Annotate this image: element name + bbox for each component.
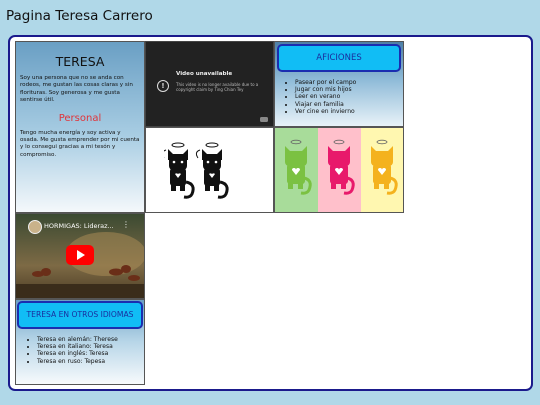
youtube-video-embed[interactable]: HORMIGAS: Lideraz... ⋮ xyxy=(15,213,145,299)
page-title: Pagina Teresa Carrero xyxy=(6,8,153,24)
video-unavailable-message: This video is no longer available due to… xyxy=(176,82,259,93)
languages-button[interactable]: TERESA EN OTROS IDIOMAS xyxy=(17,301,143,329)
green-cat-illustration xyxy=(285,139,312,195)
languages-panel: TERESA EN OTROS IDIOMAS Teresa en alemán… xyxy=(15,299,145,385)
channel-avatar[interactable] xyxy=(28,220,42,234)
hobby-item: Ver cine en invierno xyxy=(295,108,356,115)
youtube-logo-icon[interactable] xyxy=(260,117,268,122)
pink-cat-illustration xyxy=(326,138,355,195)
angel-cats-image xyxy=(145,127,274,213)
language-item: Teresa en alemán: Therese xyxy=(37,336,118,343)
pink-cat-cell xyxy=(318,128,361,212)
languages-list: Teresa en alemán: Therese Teresa en ital… xyxy=(25,336,118,365)
more-options-icon[interactable]: ⋮ xyxy=(122,220,130,229)
language-item: Teresa en ruso: Tepesa xyxy=(37,358,118,365)
hobbies-button[interactable]: AFICIONES xyxy=(277,44,401,72)
hobby-item: Pasear por el campo xyxy=(295,79,356,86)
play-button-icon[interactable] xyxy=(66,245,94,265)
personal-heading: Personal xyxy=(58,112,102,124)
video-unavailable-title: Video unavailable xyxy=(176,71,233,77)
hobby-item: Leer en verano xyxy=(295,93,356,100)
about-panel: TERESA Soy una persona que no se anda co… xyxy=(15,41,145,213)
language-item: Teresa en inglés: Teresa xyxy=(37,350,118,357)
angel-cats-illustration xyxy=(164,142,229,199)
about-heading: TERESA xyxy=(55,54,105,69)
personal-text: Tengo mucha energía y soy activa y osada… xyxy=(20,129,140,158)
language-item: Teresa en italiano: Teresa xyxy=(37,343,118,350)
hobbies-list: Pasear por el campo Jugar con mis hijos … xyxy=(283,79,356,115)
hobby-item: Jugar con mis hijos xyxy=(295,86,356,93)
alert-icon: ! xyxy=(157,80,169,92)
yellow-cat-cell xyxy=(361,128,403,212)
colored-cats-image xyxy=(274,127,404,213)
content-frame: TERESA Soy una persona que no se anda co… xyxy=(8,35,533,391)
unavailable-video-embed[interactable]: ! Video unavailable This video is no lon… xyxy=(145,41,274,127)
hobby-item: Viajar en familia xyxy=(295,101,356,108)
about-intro: Soy una persona que no se anda con rodeo… xyxy=(20,75,133,104)
video-title[interactable]: HORMIGAS: Lideraz... xyxy=(44,222,114,230)
yellow-cat-illustration xyxy=(369,138,398,195)
hobbies-panel: AFICIONES Pasear por el campo Jugar con … xyxy=(274,41,404,127)
green-cat-cell xyxy=(275,128,318,212)
